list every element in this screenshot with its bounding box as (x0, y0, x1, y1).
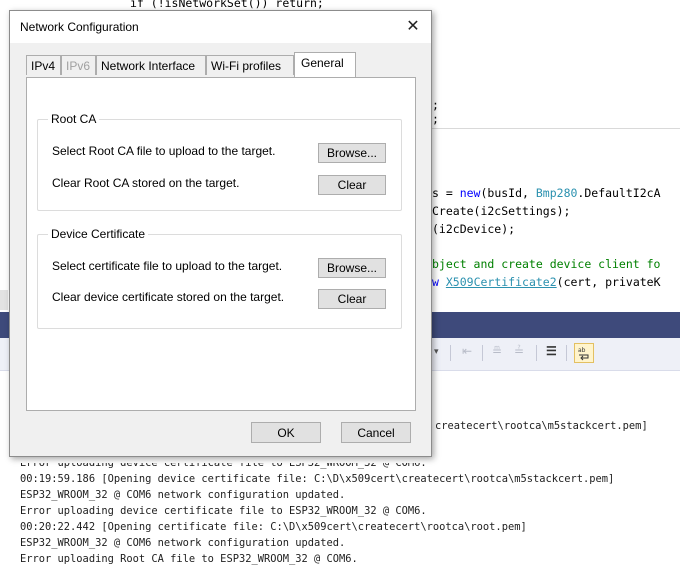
output-line: Error uploading device certificate file … (20, 457, 427, 469)
code-line: Create(i2cSettings); (432, 204, 571, 218)
clear-all-icon[interactable]: ☰ (546, 344, 557, 362)
root-ca-clear-label: Clear Root CA stored on the target. (52, 176, 240, 190)
code-line: w X509Certificate2(cert, privateK (432, 275, 661, 289)
scrollbar-stub[interactable] (0, 290, 8, 310)
device-certificate-group: Device Certificate Select certificate fi… (37, 227, 402, 329)
root-ca-clear-button[interactable]: Clear (318, 175, 386, 195)
tab-ipv4[interactable]: IPv4 (26, 55, 61, 75)
svg-text:ab: ab (578, 347, 586, 354)
code-line: (i2cDevice); (432, 222, 516, 236)
output-line: Error uploading Root CA file to ESP32_WR… (20, 553, 358, 565)
code-line-top: if (!isNetworkSet()) return; (130, 0, 324, 10)
code-token-type: X509Certificate2 (445, 275, 557, 289)
output-line: Error uploading device certificate file … (20, 505, 427, 517)
toolbar-separator (482, 345, 483, 361)
root-ca-upload-label: Select Root CA file to upload to the tar… (52, 144, 276, 158)
general-tab-page: Root CA Select Root CA file to upload to… (26, 77, 416, 411)
go-prev-icon[interactable]: ≞ (492, 344, 502, 362)
device-certificate-group-title: Device Certificate (48, 227, 149, 241)
output-line: 00:20:22.442 [Opening certificate file: … (20, 521, 527, 533)
toolbar-separator (536, 345, 537, 361)
root-ca-browse-button[interactable]: Browse... (318, 143, 386, 163)
dropdown-arrow-icon[interactable]: ▾ (434, 346, 439, 364)
tab-general[interactable]: General (294, 52, 356, 77)
word-wrap-toggle-icon[interactable]: ab (574, 343, 594, 363)
code-line: s = new(busId, Bmp280.DefaultI2cA (432, 186, 661, 200)
find-previous-icon[interactable]: ⇤ (462, 344, 472, 362)
go-next-icon[interactable]: ≟ (514, 344, 524, 362)
toolbar-separator (450, 345, 451, 361)
device-cert-clear-button[interactable]: Clear (318, 289, 386, 309)
root-ca-group: Root CA Select Root CA file to upload to… (37, 112, 402, 211)
editor-divider (432, 128, 680, 129)
code-line: ; (432, 112, 439, 126)
tab-wifi-profiles[interactable]: Wi-Fi profiles (206, 55, 294, 75)
device-cert-browse-button[interactable]: Browse... (318, 258, 386, 278)
tab-ipv6: IPv6 (61, 55, 96, 75)
close-icon[interactable]: ✕ (403, 17, 423, 37)
output-line: ESP32_WROOM_32 @ COM6 network configurat… (20, 489, 346, 501)
output-line: ESP32_WROOM_32 @ COM6 network configurat… (20, 537, 346, 549)
root-ca-group-title: Root CA (48, 112, 100, 126)
output-line: 00:19:59.186 [Opening device certificate… (20, 473, 615, 485)
dialog-title: Network Configuration (20, 20, 139, 34)
output-line: createcert\rootca\m5stackcert.pem] (435, 420, 648, 432)
device-cert-clear-label: Clear device certificate stored on the t… (52, 290, 285, 304)
network-configuration-dialog: Network Configuration ✕ IPv4 IPv6 Networ… (9, 10, 432, 457)
toolbar-separator (566, 345, 567, 361)
code-line-comment: bject and create device client fo (432, 257, 661, 271)
device-cert-upload-label: Select certificate file to upload to the… (52, 259, 283, 273)
cancel-button[interactable]: Cancel (341, 422, 411, 443)
ok-button[interactable]: OK (251, 422, 321, 443)
tab-network-interface[interactable]: Network Interface (96, 55, 206, 75)
dialog-title-bar[interactable]: Network Configuration ✕ (10, 11, 431, 43)
code-token-type: Bmp280 (535, 186, 578, 200)
code-line: ; (432, 98, 439, 112)
